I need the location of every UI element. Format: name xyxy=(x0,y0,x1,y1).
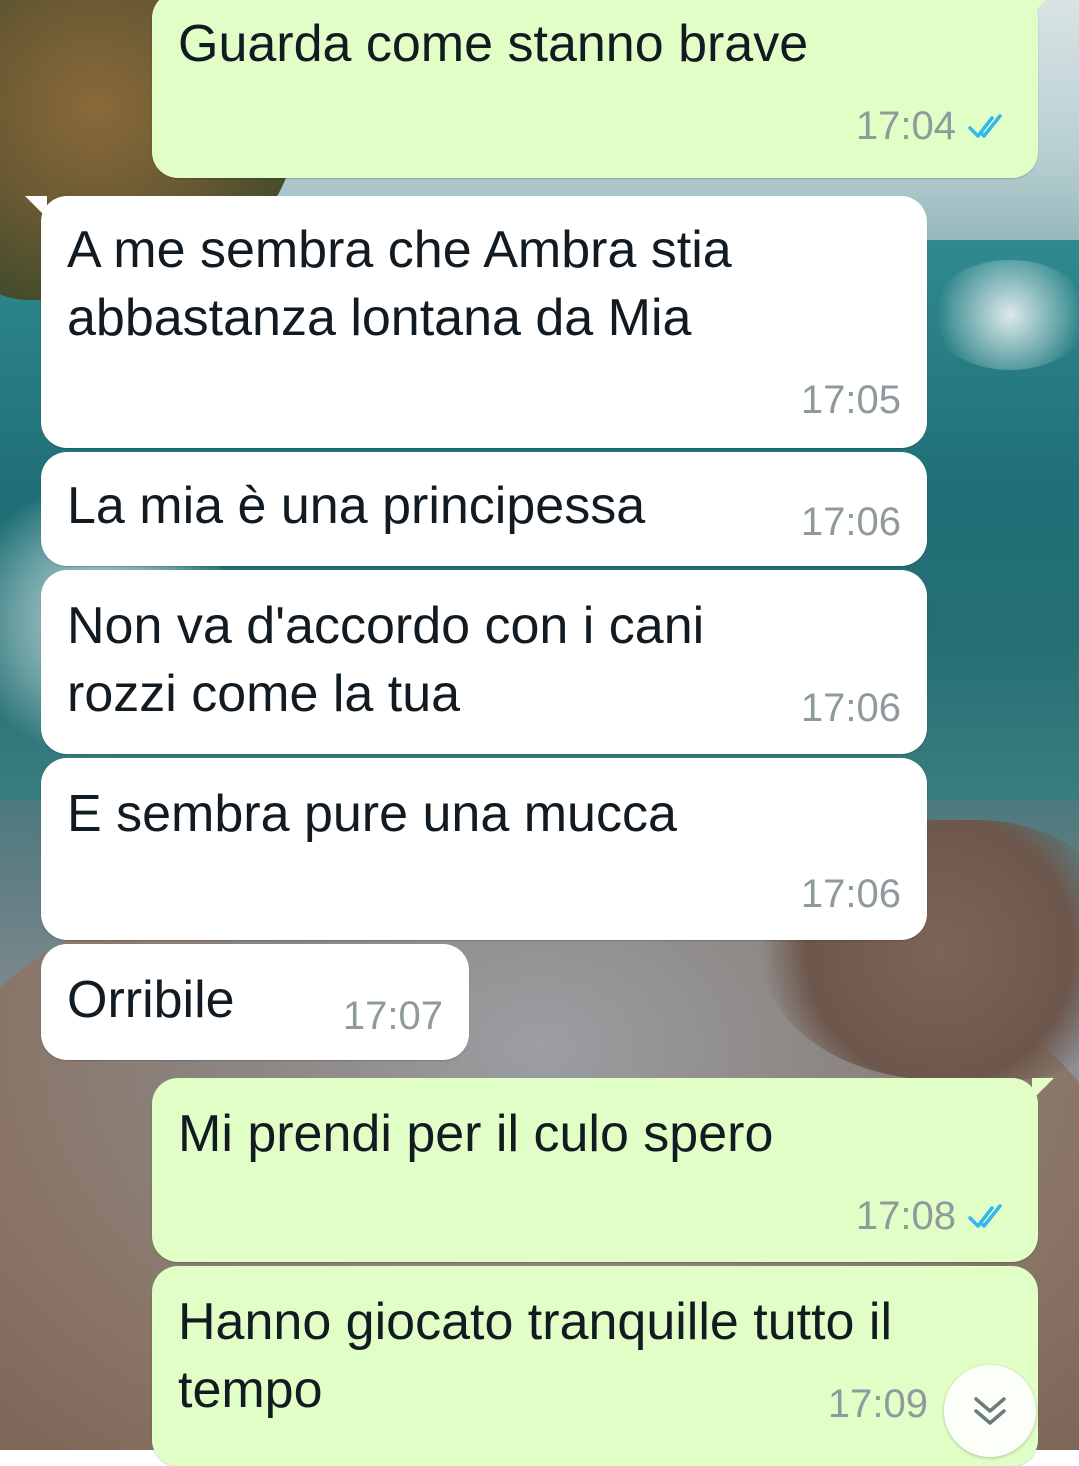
message-bubble-outgoing[interactable]: Mi prendi per il culo spero 17:08 xyxy=(152,1078,1054,1262)
message-bubble-incoming[interactable]: La mia è una principessa 17:06 xyxy=(41,452,927,566)
message-time: 17:07 xyxy=(342,994,443,1038)
message-time: 17:04 xyxy=(855,104,956,148)
message-bubble-incoming[interactable]: Orribile 17:07 xyxy=(41,944,469,1060)
message-time: 17:06 xyxy=(800,686,901,730)
message-time: 17:09 xyxy=(827,1382,928,1426)
read-ticks-icon xyxy=(968,1203,1002,1228)
message-text: Non va d'accordo con i cani rozzi come l… xyxy=(67,597,705,723)
message-text: A me sembra che Ambra stia abbastanza lo… xyxy=(67,221,732,347)
message-text: E sembra pure una mucca xyxy=(67,785,677,843)
read-ticks-icon xyxy=(968,113,1002,138)
double-chevron-down-icon xyxy=(974,1397,1006,1425)
message-time: 17:08 xyxy=(855,1194,956,1238)
message-bubble-outgoing[interactable]: Hanno giocato tranquille tutto il tempo … xyxy=(152,1266,1038,1466)
message-time: 17:06 xyxy=(800,872,901,916)
message-bubble-outgoing[interactable]: Guarda come stanno brave 17:04 xyxy=(152,0,1054,178)
message-bubble-incoming[interactable]: A me sembra che Ambra stia abbastanza lo… xyxy=(25,196,927,448)
message-bubble-incoming[interactable]: E sembra pure una mucca 17:06 xyxy=(41,758,927,940)
message-bubble-incoming[interactable]: Non va d'accordo con i cani rozzi come l… xyxy=(41,570,927,754)
scroll-to-bottom-button[interactable] xyxy=(944,1365,1036,1457)
message-text: Guarda come stanno brave xyxy=(178,15,809,73)
message-time: 17:06 xyxy=(800,500,901,544)
message-text: Mi prendi per il culo spero xyxy=(178,1105,774,1163)
message-time: 17:05 xyxy=(800,378,901,422)
message-text: La mia è una principessa xyxy=(67,477,646,535)
